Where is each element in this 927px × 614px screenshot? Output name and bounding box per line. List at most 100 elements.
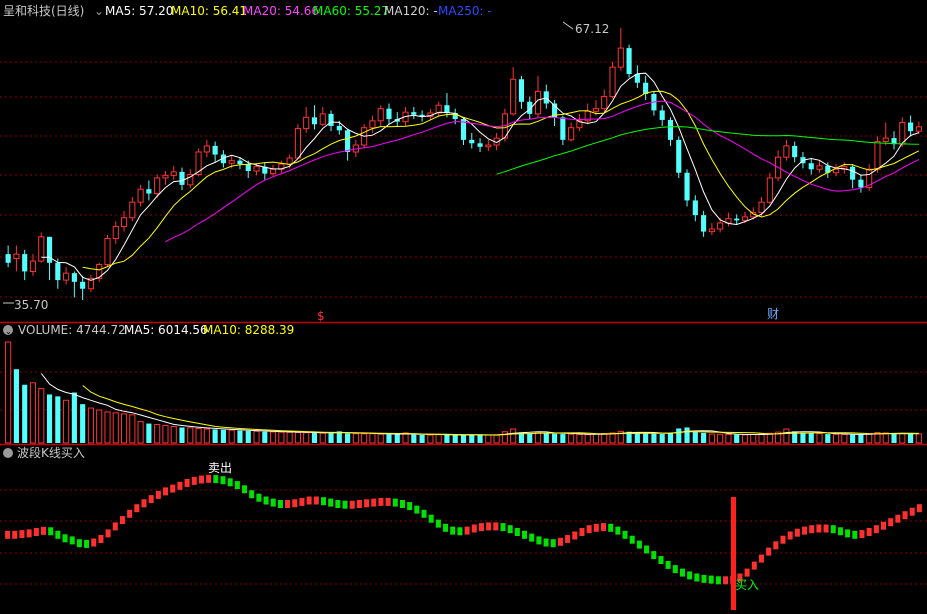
ma-layer [41, 72, 920, 281]
volume-title: VOLUME: 4744.72 [18, 323, 126, 337]
volume-bar-down [734, 434, 740, 443]
candle-layer [5, 28, 922, 300]
volume-bar-down [908, 433, 914, 443]
candle-body-up [609, 66, 616, 98]
wave-segment-down [543, 538, 549, 547]
wave-segment-up [313, 496, 319, 505]
volume-bar-down [386, 434, 392, 443]
volume-bar-up [816, 433, 823, 444]
wave-segment-down [249, 490, 255, 499]
wave-layer [5, 474, 922, 585]
candle-body-up [253, 166, 260, 172]
volume-bar-up [294, 432, 301, 444]
volume-bar-down [179, 427, 185, 443]
candle-body-up [816, 165, 823, 170]
wave-segment-up [859, 530, 865, 539]
wave-segment-down [328, 498, 334, 507]
candle-body-down [146, 189, 152, 194]
wave-segment-up [148, 495, 154, 504]
volume-bar-up [38, 388, 45, 444]
wave-segment-down [636, 540, 642, 549]
volume-bar-up [510, 428, 517, 444]
volume-bar-up [725, 433, 732, 444]
candle-body-down [701, 215, 707, 232]
volume-bar-down [311, 432, 318, 443]
ma120-label: MA120: - [384, 4, 438, 18]
wave-segment-up [916, 504, 922, 513]
wave-segment-down [622, 530, 628, 539]
volume-bar-up [195, 427, 202, 444]
candle-body-down [469, 139, 475, 144]
volume-bar-down [71, 392, 77, 443]
volume-bar-down [212, 429, 218, 443]
dividend-marker-icon[interactable]: $ [317, 309, 325, 323]
volume-bar-up [750, 433, 757, 444]
wave-segment-down [443, 523, 449, 532]
candle-body-down [560, 117, 566, 140]
wave-segment-down [242, 485, 248, 494]
buy-signal-bar [731, 497, 736, 610]
wave-segment-up [809, 525, 815, 534]
wave-segment-up [385, 497, 391, 506]
volume-bar-down [460, 435, 467, 443]
volume-bar-down [552, 433, 558, 443]
candle-body-up [741, 216, 749, 221]
price-header: 呈和科技(日线) ⌄ MA5: 57.20 MA10: 56.41 MA20: … [3, 4, 492, 18]
wave-segment-up [206, 474, 212, 483]
candle-body-down [667, 119, 674, 140]
wave-segment-down [457, 527, 463, 536]
wave-segment-up [19, 530, 25, 539]
candle-body-up [617, 47, 624, 68]
wave-segment-down [837, 527, 843, 536]
wave-segment-down [830, 525, 836, 534]
wave-segment-up [306, 496, 312, 505]
wave-segment-down [845, 529, 851, 538]
indicator-collapse-icon[interactable] [3, 448, 13, 458]
candle-body-up [766, 177, 773, 203]
candle-body-down [477, 143, 483, 147]
chart-canvas: 呈和科技(日线) ⌄ MA5: 57.20 MA10: 56.41 MA20: … [0, 4, 927, 610]
candle-body-down [659, 110, 665, 120]
candle-body-down [311, 117, 318, 125]
volume-bar-up [584, 434, 591, 444]
wave-segment-up [493, 522, 499, 531]
indicator-header: 波段K线买入 [3, 445, 85, 460]
candle-body-up [104, 238, 111, 266]
candle-body-down [71, 273, 77, 282]
wave-segment-down [658, 556, 664, 564]
volume-bar-up [833, 433, 840, 444]
volume-bar-down [825, 434, 831, 443]
candle-body-down [858, 179, 864, 188]
wave-segment-down [84, 539, 90, 548]
finance-marker-icon[interactable]: 财 [767, 307, 779, 321]
candle-body-down [80, 281, 86, 289]
wave-segment-down [263, 496, 269, 505]
wave-segment-up [292, 499, 298, 508]
candle-body-up [228, 160, 235, 164]
high-price-label: 67.12 [575, 22, 609, 36]
volume-bar-down [444, 434, 450, 443]
low-price-label: 35.70 [14, 298, 48, 312]
candle-body-up [112, 225, 119, 240]
candle-body-down [626, 48, 632, 75]
wave-segment-down [270, 498, 276, 507]
volume-bar-up [352, 433, 359, 444]
ma10-label: MA10: 56.41 [171, 4, 247, 18]
candle-body-up [63, 272, 70, 281]
volume-bar-up [708, 433, 715, 444]
candle-body-down [908, 122, 914, 132]
ma5-chevron-icon[interactable]: ⌄ [94, 4, 104, 18]
wave-segment-up [177, 481, 183, 490]
volume-ma5-label: MA5: 6014.56 [124, 323, 208, 337]
wave-segment-down [55, 530, 61, 539]
volume-bar-down [684, 427, 690, 443]
candle-body-up [833, 168, 840, 174]
candle-body-down [336, 125, 342, 131]
volume-bar-up [162, 425, 169, 444]
volume-bar-up [361, 433, 368, 444]
wave-segment-up [184, 479, 190, 487]
volume-bar-up [129, 414, 136, 444]
volume-bar-up [137, 421, 144, 444]
candle-body-up [294, 128, 301, 159]
wave-segment-down [450, 526, 456, 535]
